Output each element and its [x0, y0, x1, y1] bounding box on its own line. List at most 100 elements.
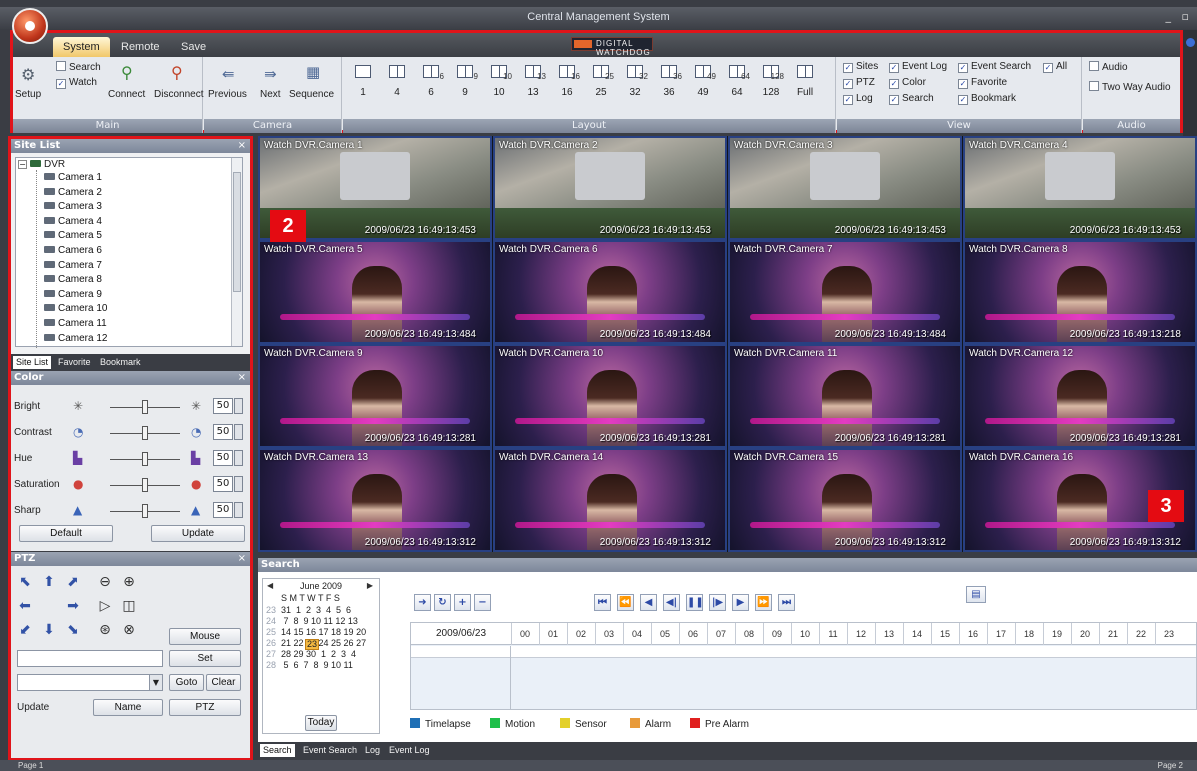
set-button[interactable]: Set — [169, 650, 241, 667]
tree-item-camera[interactable]: Camera 8 — [44, 274, 102, 287]
event-log-checkbox[interactable]: ✓ Event Log — [889, 61, 947, 73]
layout-36-button[interactable]: 36 36 — [655, 65, 683, 98]
camera-tile[interactable]: Watch DVR.Camera 8 2009/06/23 16:49:13:21… — [963, 240, 1197, 344]
slider-thumb[interactable] — [142, 452, 148, 466]
camera-tile[interactable]: Watch DVR.Camera 12 2009/06/23 16:49:13:2… — [963, 344, 1197, 448]
tree-item-camera[interactable]: Camera 7 — [44, 260, 102, 273]
update-button[interactable]: Update — [151, 525, 245, 542]
tab-event-search[interactable]: Event Search — [300, 744, 360, 757]
setup-button[interactable]: Setup — [15, 89, 41, 100]
tab-remote[interactable]: Remote — [111, 37, 170, 57]
pan-up-left-icon[interactable]: ⬉ — [17, 574, 33, 590]
color-value-spinner[interactable]: 50 — [213, 502, 233, 518]
layout-full-button[interactable]: Full — [791, 65, 819, 98]
tab-bookmark[interactable]: Bookmark — [97, 356, 144, 369]
layout-128-button[interactable]: 128 128 — [757, 65, 785, 98]
color-checkbox[interactable]: ✓ Color — [889, 77, 926, 89]
pan-left-icon[interactable]: ⬅ — [17, 598, 33, 614]
tab-event-log[interactable]: Event Log — [386, 744, 433, 757]
calendar-week[interactable]: 14 15 16 17 18 19 20 — [281, 627, 366, 638]
pan-right-icon[interactable]: ➡ — [65, 598, 81, 614]
today-button[interactable]: Today — [305, 715, 337, 731]
spinner-arrows-icon[interactable] — [234, 502, 243, 518]
pan-up-icon[interactable]: ⬆ — [41, 574, 57, 590]
event-search-checkbox[interactable]: ✓ Event Search — [958, 61, 1031, 73]
close-icon[interactable]: × — [238, 139, 246, 153]
previous-button[interactable]: Previous — [208, 89, 247, 100]
mouse-button[interactable]: Mouse — [169, 628, 241, 645]
tree-item-camera[interactable]: Camera 6 — [44, 245, 102, 258]
tree-item-camera[interactable]: Camera 2 — [44, 187, 102, 200]
spinner-arrows-icon[interactable] — [234, 476, 243, 492]
layout-6-button[interactable]: 66 — [417, 65, 445, 98]
calendar-week[interactable]: 5 6 7 8 9 10 11 — [281, 660, 353, 671]
calendar-week[interactable]: 21 22 23 24 25 26 27 — [281, 638, 366, 649]
preset-select[interactable]: ▼ — [17, 674, 163, 691]
layout-64-button[interactable]: 64 64 — [723, 65, 751, 98]
layout-25-button[interactable]: 25 25 — [587, 65, 615, 98]
preset-name-input[interactable] — [17, 650, 163, 667]
favorite-checkbox[interactable]: ✓ Favorite — [958, 77, 1007, 89]
sequence-button[interactable]: Sequence — [289, 89, 334, 100]
tab-search[interactable]: Search — [260, 744, 295, 757]
tab-log[interactable]: Log — [362, 744, 383, 757]
default-button[interactable]: Default — [19, 525, 113, 542]
iris-close-icon[interactable]: ⊗ — [121, 622, 137, 638]
next-button[interactable]: Next — [260, 89, 281, 100]
camera-tile[interactable]: Watch DVR.Camera 2 2009/06/23 16:49:13:45… — [493, 136, 727, 240]
layout-4-button[interactable]: 4 — [383, 65, 411, 98]
pan-down-left-icon[interactable]: ⬋ — [17, 622, 33, 638]
all-checkbox[interactable]: ✓ All — [1043, 61, 1067, 73]
layout-49-button[interactable]: 49 49 — [689, 65, 717, 98]
slider-thumb[interactable] — [142, 400, 148, 414]
clear-button[interactable]: Clear — [206, 674, 241, 691]
layout-13-button[interactable]: 13 13 — [519, 65, 547, 98]
camera-tile[interactable]: Watch DVR.Camera 3 2009/06/23 16:49:13:45… — [728, 136, 962, 240]
slider-thumb[interactable] — [142, 478, 148, 492]
tab-favorite[interactable]: Favorite — [55, 356, 94, 369]
layout-16-button[interactable]: 16 16 — [553, 65, 581, 98]
calendar-week[interactable]: 7 8 9 10 11 12 13 — [281, 616, 358, 627]
zoom-out-icon[interactable]: ⊖ — [97, 574, 113, 590]
spinner-arrows-icon[interactable] — [234, 424, 243, 440]
tab-site-list[interactable]: Site List — [13, 356, 52, 369]
selected-day[interactable]: 23 — [305, 639, 319, 650]
tree-scrollbar[interactable] — [231, 158, 242, 346]
tab-save[interactable]: Save — [171, 37, 216, 57]
pan-down-right-icon[interactable]: ⬊ — [65, 622, 81, 638]
tree-item-camera[interactable]: Camera 1 — [44, 172, 102, 185]
spinner-arrows-icon[interactable] — [234, 398, 243, 414]
help-icon[interactable] — [1186, 38, 1195, 47]
color-value-spinner[interactable]: 50 — [213, 398, 233, 414]
camera-tile[interactable]: Watch DVR.Camera 10 2009/06/23 16:49:13:2… — [493, 344, 727, 448]
name-button[interactable]: Name — [93, 699, 163, 716]
pan-up-right-icon[interactable]: ⬈ — [65, 574, 81, 590]
watch-checkbox[interactable]: ✓ Watch — [56, 77, 97, 89]
ptz-checkbox[interactable]: ✓ PTZ — [843, 77, 875, 89]
camera-tile[interactable]: Watch DVR.Camera 9 2009/06/23 16:49:13:28… — [258, 344, 492, 448]
camera-tile[interactable]: Watch DVR.Camera 11 2009/06/23 16:49:13:2… — [728, 344, 962, 448]
camera-tile[interactable]: Watch DVR.Camera 13 2009/06/23 16:49:13:3… — [258, 448, 492, 552]
log-checkbox[interactable]: ✓ Log — [843, 93, 873, 105]
focus-far-icon[interactable]: ▷ — [97, 598, 113, 614]
iris-open-icon[interactable]: ⊛ — [97, 622, 113, 638]
two-way-audio-checkbox[interactable]: Two Way Audio — [1089, 81, 1171, 93]
spinner-arrows-icon[interactable] — [234, 450, 243, 466]
camera-tile[interactable]: Watch DVR.Camera 6 2009/06/23 16:49:13:48… — [493, 240, 727, 344]
export-icon[interactable]: ▤ — [966, 586, 986, 603]
tree-item-camera[interactable]: Camera 3 — [44, 201, 102, 214]
camera-tile[interactable]: Watch DVR.Camera 15 2009/06/23 16:49:13:3… — [728, 448, 962, 552]
search-checkbox[interactable]: Search — [56, 61, 101, 73]
app-logo[interactable] — [12, 8, 48, 44]
scroll-thumb[interactable] — [233, 172, 241, 292]
color-value-spinner[interactable]: 50 — [213, 476, 233, 492]
tree-item-camera[interactable]: Camera 11 — [44, 318, 107, 331]
camera-tile[interactable]: Watch DVR.Camera 7 2009/06/23 16:49:13:48… — [728, 240, 962, 344]
minimize-icon[interactable]: _ — [1166, 10, 1172, 23]
calendar-week[interactable]: 31 1 2 3 4 5 6 — [281, 605, 351, 616]
search-view-checkbox[interactable]: ✓ Search — [889, 93, 934, 105]
ptz-button[interactable]: PTZ — [169, 699, 241, 716]
sites-checkbox[interactable]: ✓ Sites — [843, 61, 878, 73]
close-icon[interactable]: × — [238, 552, 246, 566]
tree-item-camera[interactable]: Camera 12 — [44, 333, 107, 346]
